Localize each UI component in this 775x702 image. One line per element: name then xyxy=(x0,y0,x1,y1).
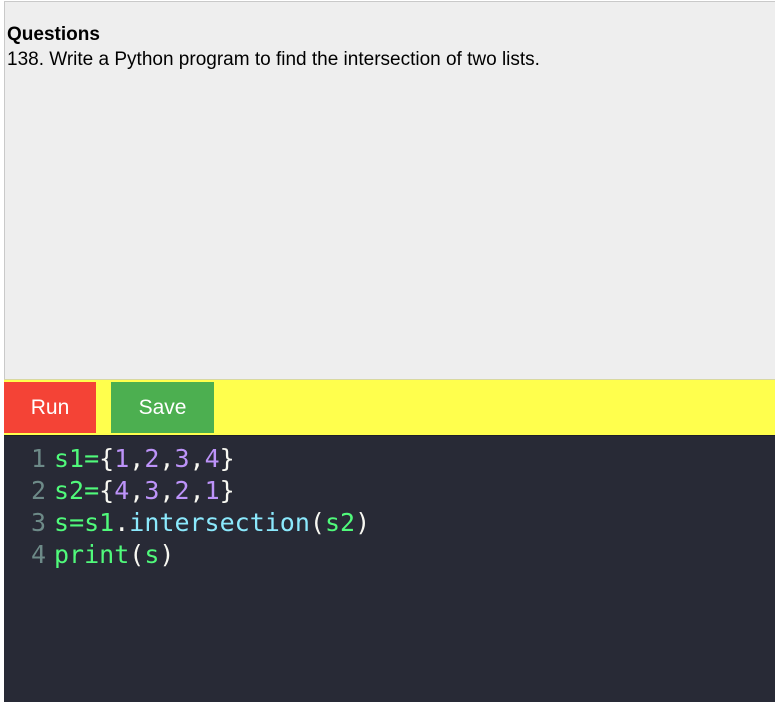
code-token: , xyxy=(159,444,175,473)
code-token: , xyxy=(129,476,145,505)
question-heading: Questions xyxy=(7,24,100,45)
code-token: , xyxy=(189,476,205,505)
code-token: s2 xyxy=(54,476,85,505)
code-token: , xyxy=(189,444,205,473)
code-token: s2 xyxy=(324,508,356,537)
code-token: 3 xyxy=(144,476,160,505)
code-token: = xyxy=(84,444,100,473)
line-number: 3 xyxy=(30,508,46,537)
code-token: , xyxy=(159,476,175,505)
code-token: 2 xyxy=(144,444,160,473)
code-token: } xyxy=(219,476,235,505)
code-token: 4 xyxy=(114,476,130,505)
code-token: 3 xyxy=(174,444,190,473)
code-token: s1 xyxy=(84,508,115,537)
code-token: = xyxy=(84,476,100,505)
code-token: intersection xyxy=(129,508,310,537)
code-line[interactable]: 4 print(s) xyxy=(4,539,175,571)
line-number: 4 xyxy=(30,540,46,569)
line-number: 2 xyxy=(30,476,46,505)
code-token: = xyxy=(69,508,85,537)
editor-toolbar: Run Save xyxy=(4,379,775,435)
code-token: ( xyxy=(129,540,145,569)
code-token: . xyxy=(114,508,130,537)
question-panel: Questions 138. Write a Python program to… xyxy=(4,1,775,379)
code-token: 1 xyxy=(114,444,130,473)
line-number: 1 xyxy=(30,444,46,473)
code-token: { xyxy=(99,444,115,473)
code-token: } xyxy=(219,444,235,473)
code-line[interactable]: 1 s1={1,2,3,4} xyxy=(4,443,235,475)
question-text: 138. Write a Python program to find the … xyxy=(7,49,540,70)
code-token: 4 xyxy=(204,444,220,473)
code-editor[interactable]: 1 s1={1,2,3,4} 2 s2={4,3,2,1} 3 s=s1.intersec… xyxy=(4,435,775,702)
code-token: ) xyxy=(159,540,175,569)
code-token: ( xyxy=(309,508,325,537)
code-token: s xyxy=(144,540,160,569)
code-token: print xyxy=(54,540,130,569)
code-token: s xyxy=(54,508,70,537)
code-token: , xyxy=(129,444,145,473)
page: Questions 138. Write a Python program to… xyxy=(0,0,775,702)
code-token: ) xyxy=(355,508,371,537)
code-token: s1 xyxy=(54,444,85,473)
code-line[interactable]: 3 s=s1.intersection(s2) xyxy=(4,507,370,539)
code-line[interactable]: 2 s2={4,3,2,1} xyxy=(4,475,235,507)
code-token: { xyxy=(99,476,115,505)
code-token: 1 xyxy=(204,476,220,505)
save-button[interactable]: Save xyxy=(111,382,214,433)
run-button[interactable]: Run xyxy=(4,382,96,433)
code-token: 2 xyxy=(174,476,190,505)
